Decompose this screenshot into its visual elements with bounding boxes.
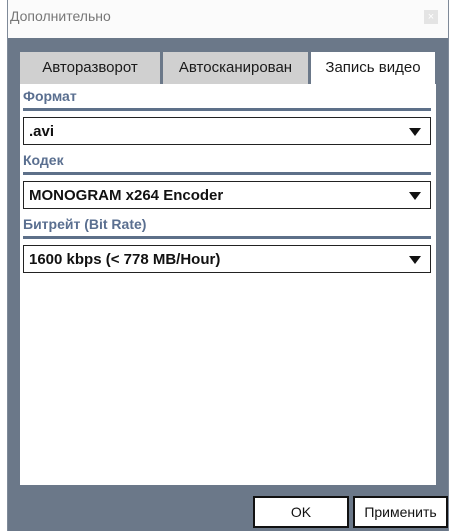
close-icon: × xyxy=(427,11,435,23)
title-bar: Дополнительно × xyxy=(8,0,448,38)
bitrate-label: Битрейт (Bit Rate) xyxy=(23,216,147,232)
bitrate-value: 1600 kbps (< 778 MB/Hour) xyxy=(29,251,221,268)
dialog-client-area: Авторазворот Автосканирован Запись видео… xyxy=(8,38,448,531)
tab-autoscan[interactable]: Автосканирован xyxy=(163,52,308,84)
tab-autorotate[interactable]: Авторазворот xyxy=(20,52,160,84)
format-divider xyxy=(23,108,431,111)
window-title: Дополнительно xyxy=(10,8,111,24)
dropdown-arrow-icon xyxy=(409,256,421,264)
codec-value: MONOGRAM x264 Encoder xyxy=(29,187,224,204)
settings-window: Дополнительно × Авторазворот Автосканиро… xyxy=(7,0,449,531)
apply-button[interactable]: Применить xyxy=(353,496,448,528)
format-label: Формат xyxy=(23,88,77,104)
video-recording-panel: Формат .avi Кодек MONOGRAM x264 Encoder … xyxy=(20,84,436,485)
dropdown-arrow-icon xyxy=(409,192,421,200)
codec-dropdown[interactable]: MONOGRAM x264 Encoder xyxy=(23,181,431,209)
tab-video-recording[interactable]: Запись видео xyxy=(311,52,435,84)
format-dropdown[interactable]: .avi xyxy=(23,117,431,145)
dropdown-arrow-icon xyxy=(409,128,421,136)
bitrate-divider xyxy=(23,236,431,239)
close-button[interactable]: × xyxy=(424,10,438,24)
bitrate-dropdown[interactable]: 1600 kbps (< 778 MB/Hour) xyxy=(23,245,431,273)
codec-label: Кодек xyxy=(23,152,64,168)
format-value: .avi xyxy=(29,123,55,140)
codec-divider xyxy=(23,172,431,175)
ok-button[interactable]: OK xyxy=(253,496,349,528)
